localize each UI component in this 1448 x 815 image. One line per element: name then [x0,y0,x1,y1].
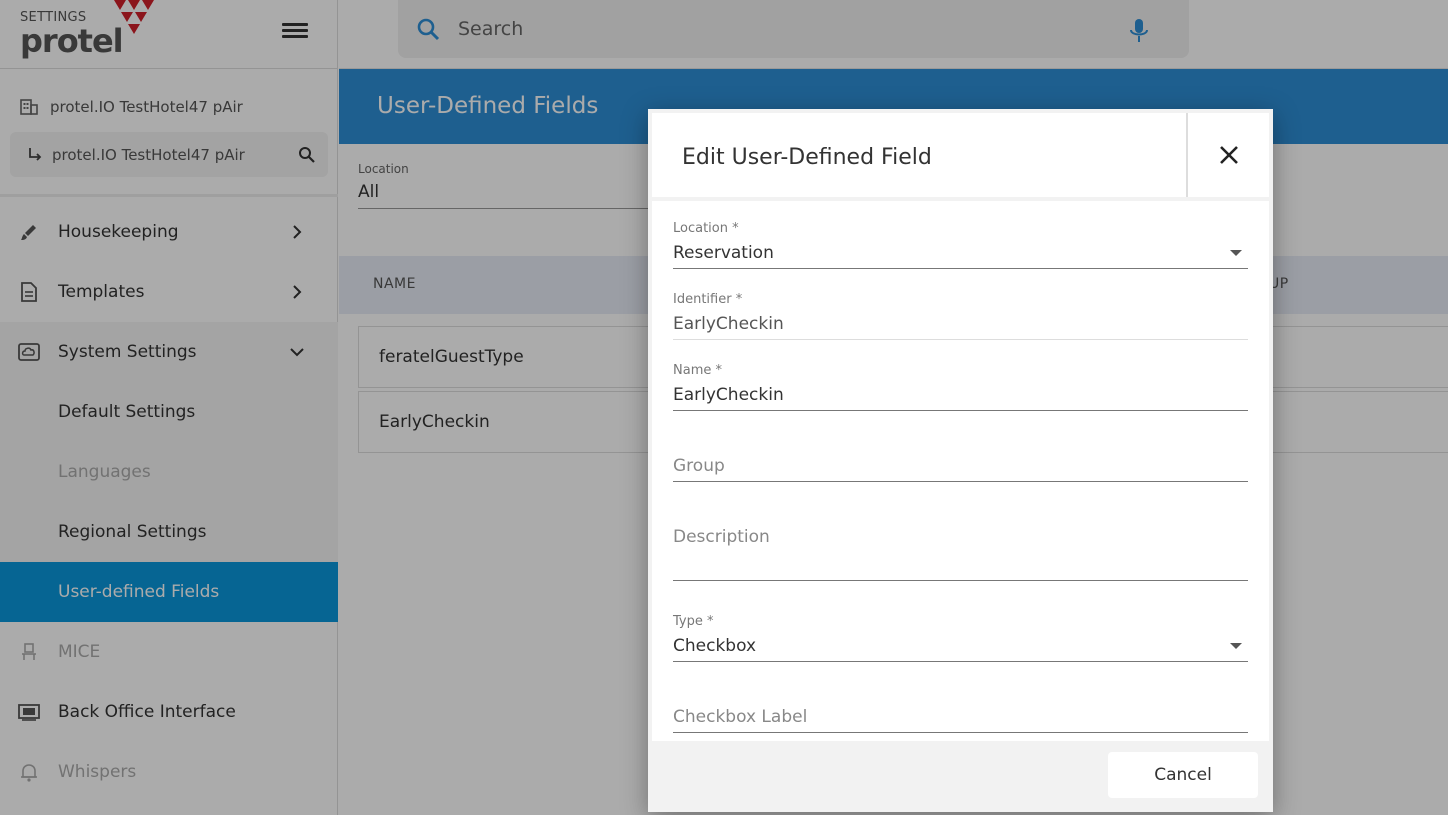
name-input[interactable]: EarlyCheckin [673,379,1248,411]
dialog-header: Edit User-Defined Field [652,113,1186,197]
identifier-field-label: Identifier * [673,292,743,307]
group-field: Group [673,434,1248,482]
group-input[interactable]: Group [673,450,1248,482]
edit-field-dialog: Edit User-Defined Field Location * Reser… [648,109,1273,812]
description-field: Description [673,505,1248,581]
identifier-field: Identifier * EarlyCheckin [673,292,1248,340]
location-field: Location * Reservation [673,221,1248,269]
type-select-value: Checkbox [673,636,757,656]
checkbox-label-input[interactable]: Checkbox Label [673,701,1248,733]
location-select[interactable]: Reservation [673,237,1248,269]
dropdown-arrow-icon [1230,250,1242,256]
type-field: Type * Checkbox [673,614,1248,662]
identifier-input: EarlyCheckin [673,308,1248,340]
dialog-title: Edit User-Defined Field [682,145,932,170]
description-textarea[interactable]: Description [673,521,1248,581]
dialog-body: Location * Reservation Identifier * Earl… [652,201,1269,741]
type-field-label: Type * [673,614,714,629]
dialog-footer: Cancel [648,745,1273,812]
close-icon [1219,146,1238,164]
checkbox-label-field: Checkbox Label [673,685,1248,733]
location-select-value: Reservation [673,243,774,263]
location-field-label: Location * [673,221,739,236]
dropdown-arrow-icon [1230,643,1242,649]
type-select[interactable]: Checkbox [673,630,1248,662]
name-field: Name * EarlyCheckin [673,363,1248,411]
cancel-button[interactable]: Cancel [1108,752,1258,798]
close-button[interactable] [1188,113,1269,197]
name-field-label: Name * [673,363,722,378]
